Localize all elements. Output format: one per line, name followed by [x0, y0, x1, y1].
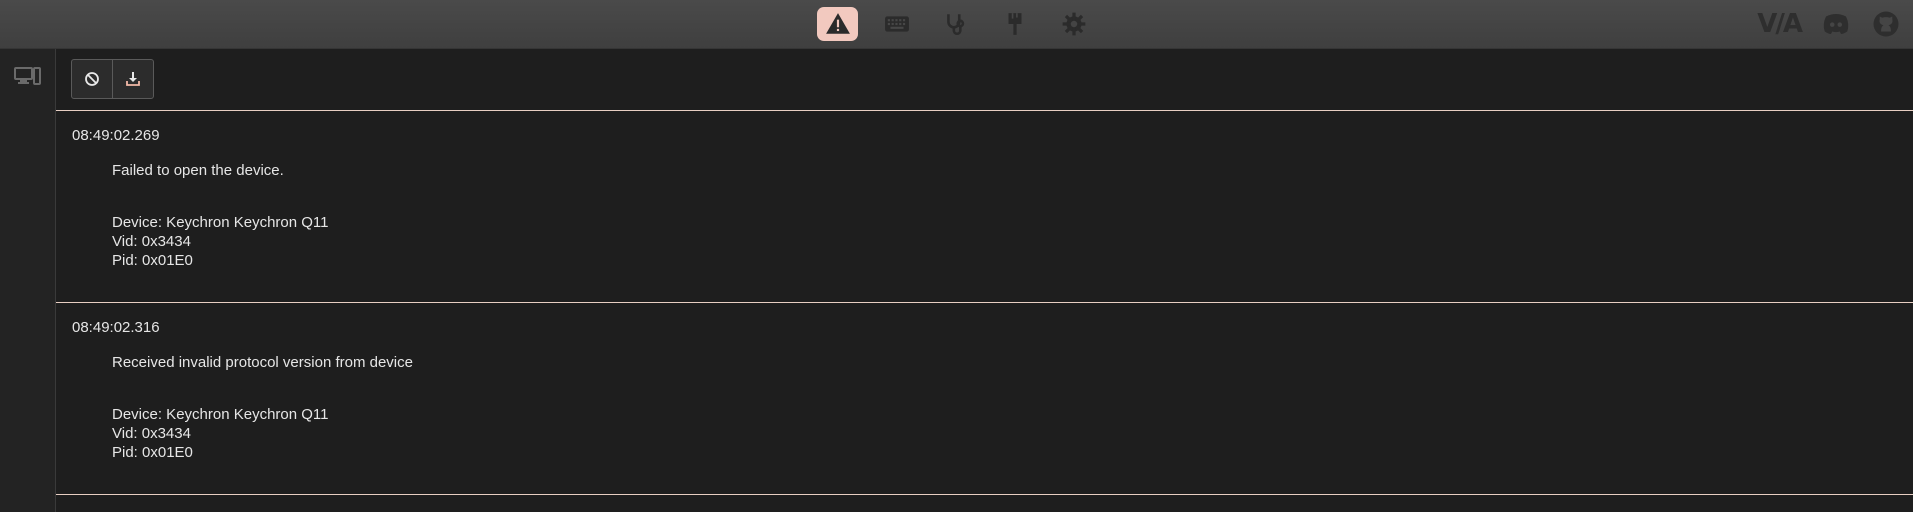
via-logo[interactable]: V/A — [1757, 9, 1803, 39]
log-toolbar — [71, 59, 154, 99]
download-icon — [126, 72, 140, 86]
nav-errors-button[interactable] — [817, 7, 858, 41]
log-vid: Vid: 0x3434 — [112, 233, 191, 250]
main-nav — [817, 7, 1094, 41]
nav-test-button[interactable] — [935, 7, 976, 41]
log-device: Device: Keychron Keychron Q11 — [112, 406, 329, 423]
log-divider — [56, 494, 1913, 495]
log-divider — [56, 302, 1913, 303]
top-nav-bar: V/A — [0, 0, 1913, 49]
stethoscope-icon — [946, 14, 964, 35]
log-details: Device: Keychron Keychron Q11 Vid: 0x343… — [112, 405, 329, 462]
device-sidebar — [0, 49, 56, 512]
nav-settings-button[interactable] — [1053, 7, 1094, 41]
error-log-panel: 08:49:02.269 Failed to open the device. … — [56, 49, 1913, 512]
nav-configure-button[interactable] — [876, 7, 917, 41]
log-pid: Pid: 0x01E0 — [112, 252, 193, 269]
devices-icon[interactable] — [14, 65, 42, 87]
log-message: Received invalid protocol version from d… — [112, 354, 413, 371]
clear-icon — [85, 72, 99, 86]
github-icon[interactable] — [1871, 9, 1901, 39]
download-log-button[interactable] — [112, 60, 153, 98]
log-timestamp: 08:49:02.316 — [72, 319, 160, 336]
log-vid: Vid: 0x3434 — [112, 425, 191, 442]
brand-links: V/A — [1757, 9, 1901, 39]
gear-icon — [1062, 12, 1085, 36]
log-device: Device: Keychron Keychron Q11 — [112, 214, 329, 231]
log-timestamp: 08:49:02.269 — [72, 127, 160, 144]
log-message: Failed to open the device. — [112, 162, 284, 179]
nav-design-button[interactable] — [994, 7, 1035, 41]
warning-icon — [825, 13, 850, 34]
log-divider — [56, 110, 1913, 111]
clear-log-button[interactable] — [72, 60, 112, 98]
brush-icon — [1008, 13, 1021, 35]
discord-icon[interactable] — [1821, 9, 1851, 39]
log-pid: Pid: 0x01E0 — [112, 444, 193, 461]
log-details: Device: Keychron Keychron Q11 Vid: 0x343… — [112, 213, 329, 270]
keyboard-icon — [884, 16, 909, 32]
